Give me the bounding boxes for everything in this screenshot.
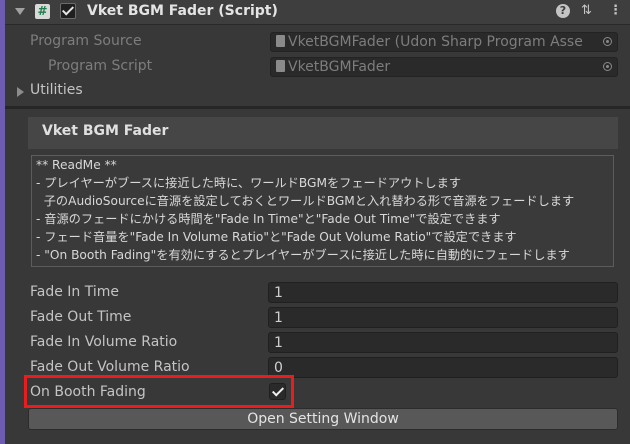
fade-out-time-input[interactable]: 1 [268,307,618,328]
program-source-value: VketBGMFader (Udon Sharp Program Asse [288,34,583,50]
foldout-arrow-icon[interactable] [17,87,24,97]
fade-in-volume-ratio-input[interactable]: 1 [268,332,618,353]
section-separator [5,106,630,109]
readme-line: ** ReadMe ** [36,158,117,172]
foldout-arrow-icon[interactable] [15,8,25,15]
csharp-script-icon: # [35,4,50,19]
program-script-field[interactable]: VketBGMFader [270,57,618,77]
readme-textbox: ** ReadMe ** - プレイヤーがブースに接近した時に、ワールドBGMを… [31,155,614,267]
component-header[interactable]: # Vket BGM Fader (Script) ? ⇅ ⋮ [5,0,630,25]
readme-line: - "On Booth Fading"を有効にするとプレイヤーがブースに接近した… [36,248,570,262]
more-options-icon[interactable]: ⋮ [609,3,622,18]
selection-accent-bar [0,0,5,444]
program-script-label: Program Script [48,58,153,74]
component-title: Vket BGM Fader (Script) [87,3,278,19]
program-source-label: Program Source [30,33,142,49]
fader-header-panel: Vket BGM Fader [28,117,618,149]
object-picker-icon[interactable] [603,62,612,71]
utilities-label: Utilities [30,82,83,98]
program-script-value: VketBGMFader [288,59,391,75]
annotation-highlight-box [24,375,294,408]
fade-out-volume-ratio-input[interactable]: 0 [268,357,618,378]
readme-line: - フェード音量を"Fade In Volume Ratio"と"Fade Ou… [36,230,517,244]
object-picker-icon[interactable] [603,37,612,46]
enabled-checkbox[interactable] [60,3,76,19]
presets-icon[interactable]: ⇅ [581,3,592,18]
readme-line: - 音源のフェードにかける時間を"Fade In Time"と"Fade Out… [36,212,501,226]
open-setting-window-button[interactable]: Open Setting Window [28,408,618,430]
script-file-icon [276,60,285,72]
readme-line: - プレイヤーがブースに接近した時に、ワールドBGMをフェードアウトします [36,176,462,190]
fade-in-time-label: Fade In Time [30,284,120,300]
fade-in-volume-ratio-label: Fade In Volume Ratio [30,334,178,350]
program-source-field[interactable]: VketBGMFader (Udon Sharp Program Asse [270,32,618,52]
readme-line: 子のAudioSourceに音源を設定しておくとワールドBGMと入れ替わる形で音… [36,194,575,208]
fade-in-time-input[interactable]: 1 [268,282,618,303]
fader-panel-title: Vket BGM Fader [42,123,169,139]
help-icon[interactable]: ? [556,4,570,18]
udon-program-asset-icon [276,35,285,47]
fade-out-volume-ratio-label: Fade Out Volume Ratio [30,359,190,375]
fade-out-time-label: Fade Out Time [30,309,132,325]
